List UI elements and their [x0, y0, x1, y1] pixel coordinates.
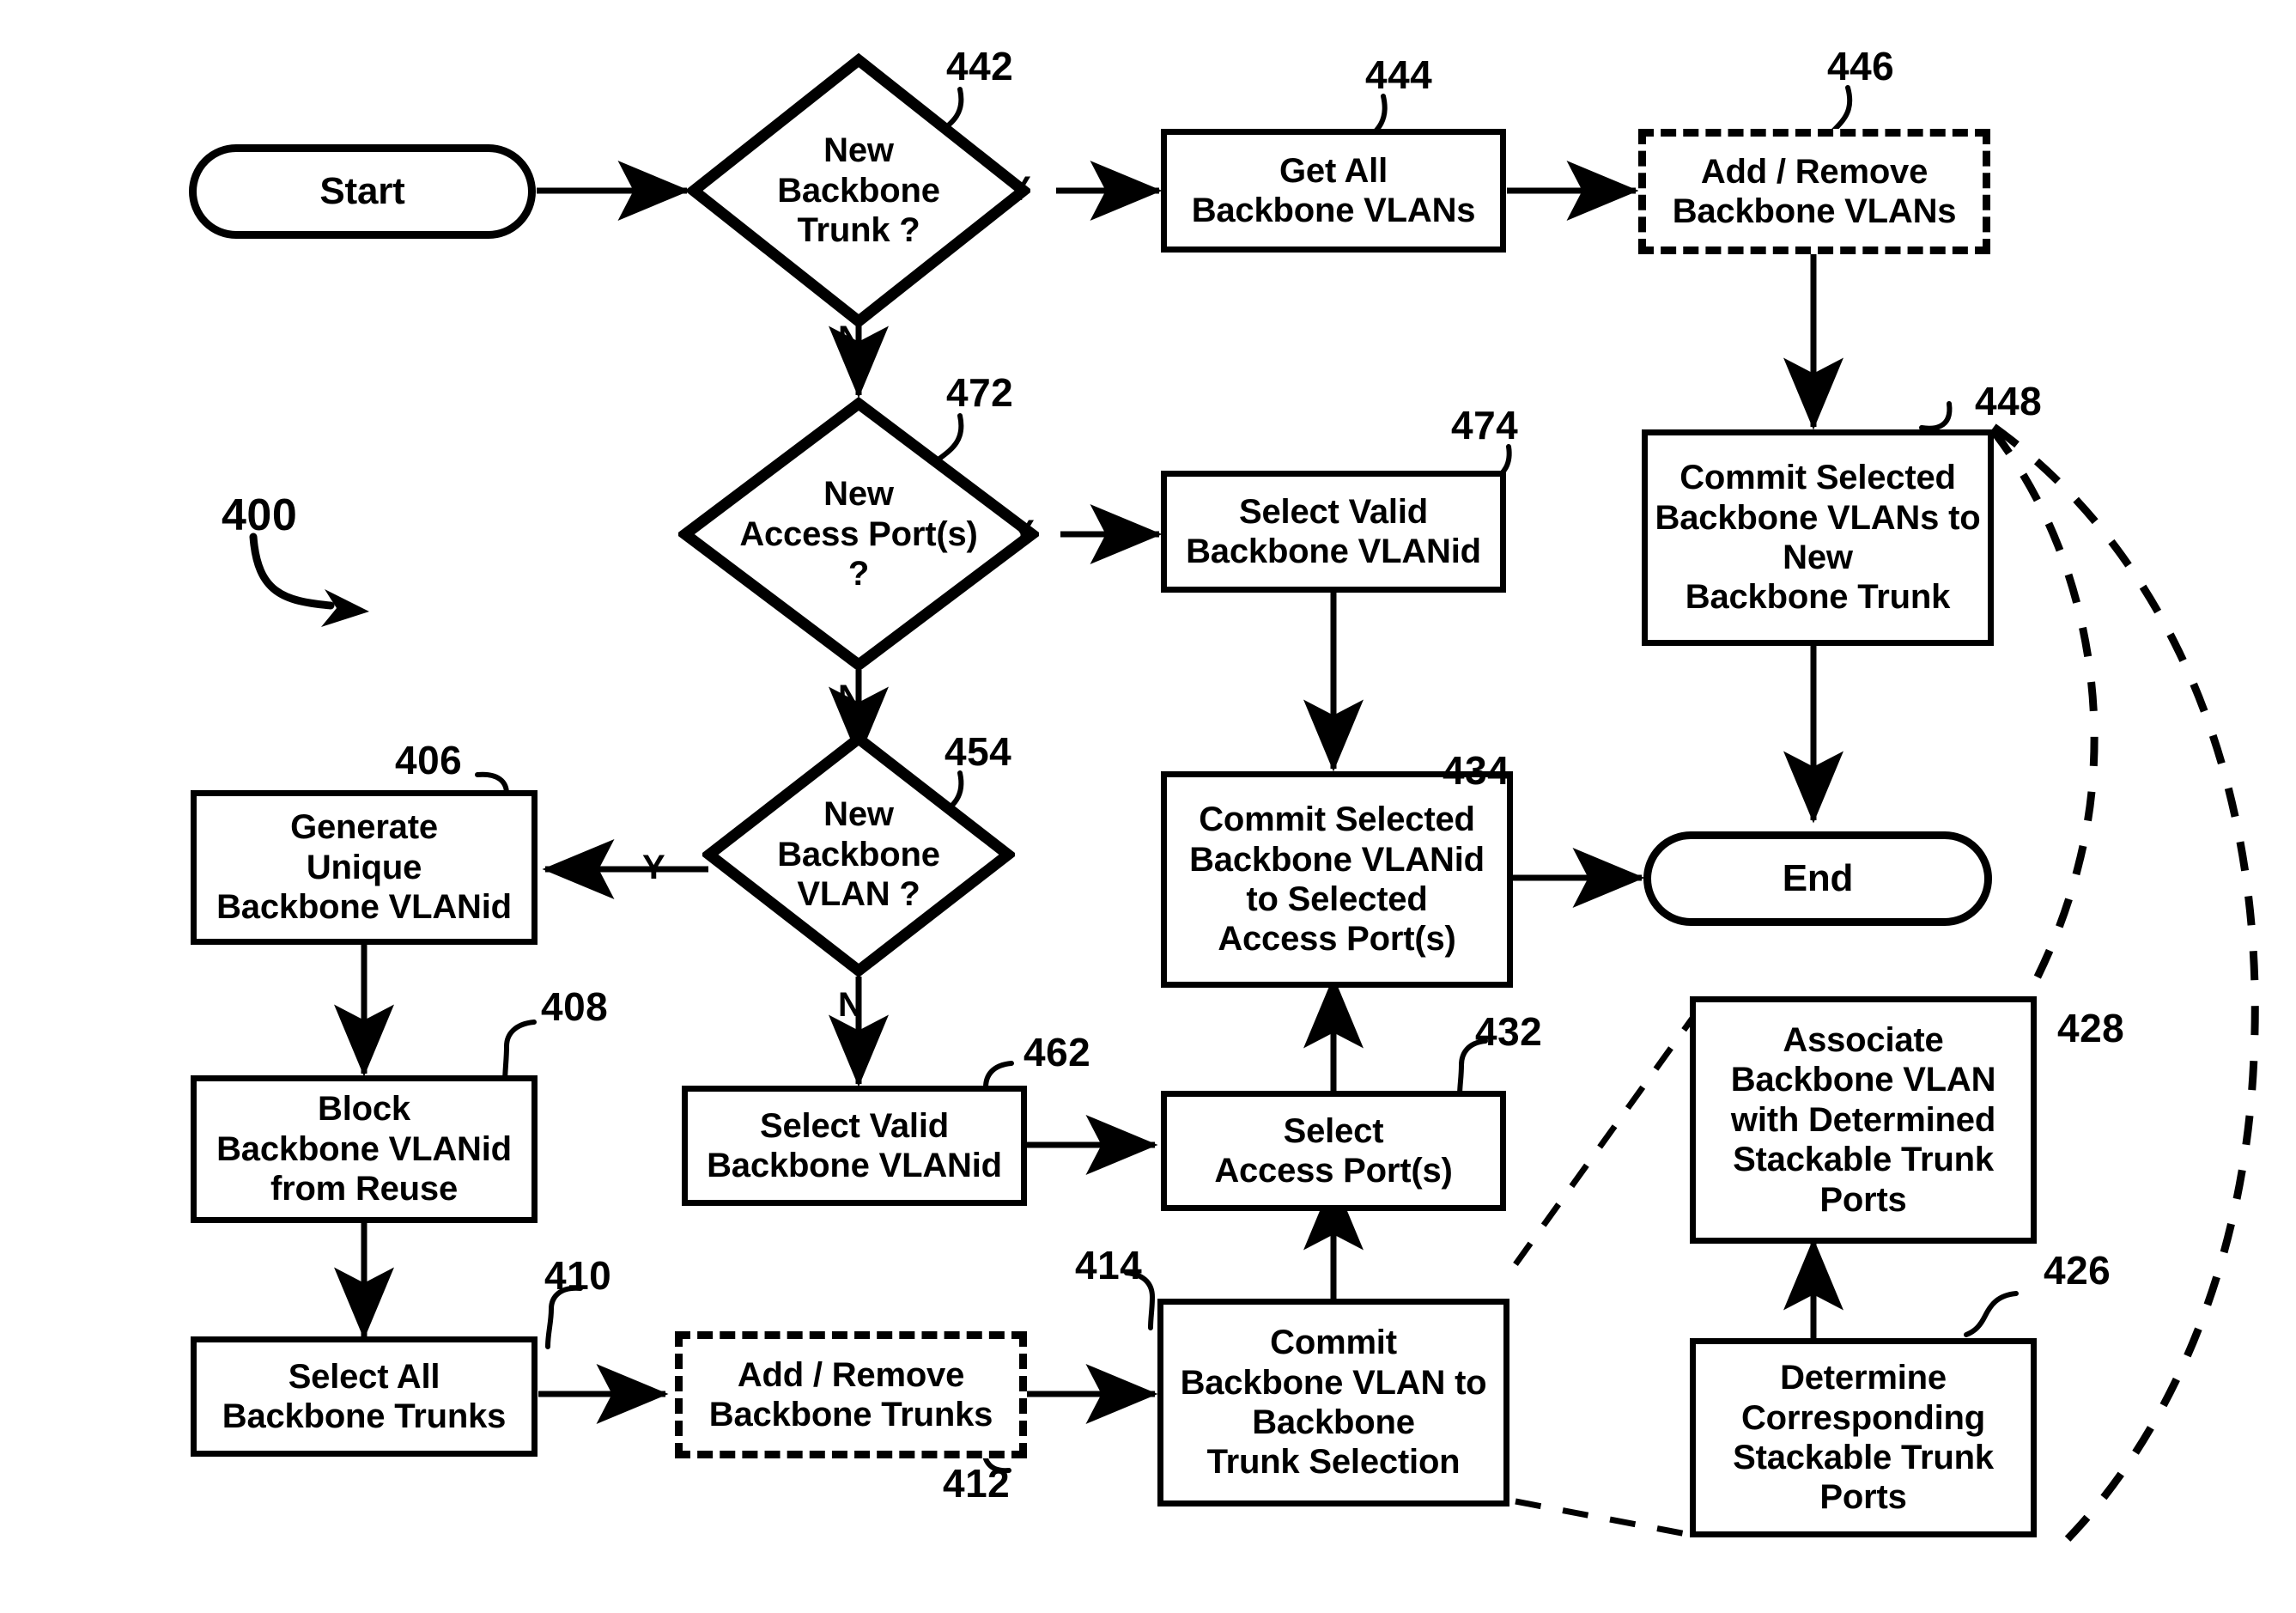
- node-410-label: Select All Backbone Trunks: [222, 1357, 507, 1435]
- node-428-label: Associate Backbone VLAN with Determined …: [1730, 1021, 1996, 1219]
- node-select-access-ports[interactable]: Select Access Port(s): [1161, 1091, 1506, 1211]
- ref-426: 426: [2044, 1248, 2111, 1293]
- node-commit-backbone-vlan-to-trunk-selection[interactable]: Commit Backbone VLAN to Backbone Trunk S…: [1157, 1299, 1509, 1506]
- decision-new-access-ports[interactable]: New Access Port(s) ?: [678, 397, 1039, 672]
- branch-442-yes: Y: [1008, 170, 1031, 208]
- node-start-label: Start: [319, 170, 405, 213]
- ref-446: 446: [1827, 44, 1895, 88]
- node-444-label: Get All Backbone VLANs: [1191, 151, 1476, 229]
- node-448-label: Commit Selected Backbone VLANs to New Ba…: [1655, 459, 1981, 617]
- node-block-backbone-vlanid-from-reuse[interactable]: Block Backbone VLANid from Reuse: [191, 1075, 538, 1223]
- node-get-all-backbone-vlans[interactable]: Get All Backbone VLANs: [1161, 129, 1506, 253]
- decision-442-label: New Backbone Trunk ?: [777, 131, 940, 250]
- ref-462: 462: [1023, 1030, 1091, 1074]
- node-446-label: Add / Remove Backbone VLANs: [1672, 152, 1957, 230]
- branch-454-yes: Y: [642, 849, 665, 886]
- branch-472-yes: Y: [1011, 514, 1035, 551]
- decision-new-backbone-trunk[interactable]: New Backbone Trunk ?: [687, 53, 1030, 328]
- node-start[interactable]: Start: [189, 144, 536, 239]
- node-end[interactable]: End: [1643, 831, 1992, 926]
- node-406-label: Generate Unique Backbone VLANid: [216, 808, 512, 927]
- node-414-label: Commit Backbone VLAN to Backbone Trunk S…: [1180, 1324, 1487, 1482]
- figure-ref-leader: [249, 533, 335, 610]
- ref-412: 412: [943, 1461, 1011, 1506]
- decision-472-label: New Access Port(s) ?: [739, 475, 978, 593]
- node-commit-selected-backbone-vlans[interactable]: Commit Selected Backbone VLANs to New Ba…: [1642, 429, 1994, 646]
- ref-428: 428: [2057, 1006, 2125, 1050]
- branch-472-no: N: [838, 679, 863, 716]
- ref-444: 444: [1365, 52, 1433, 97]
- node-432-label: Select Access Port(s): [1214, 1111, 1453, 1190]
- ref-442: 442: [946, 44, 1014, 88]
- ref-472: 472: [946, 370, 1014, 415]
- ref-410: 410: [544, 1253, 612, 1298]
- node-commit-selected-vlanid-to-access-ports[interactable]: Commit Selected Backbone VLANid to Selec…: [1161, 771, 1513, 988]
- ref-406: 406: [395, 738, 463, 782]
- node-select-valid-backbone-vlanid-top[interactable]: Select Valid Backbone VLANid: [1161, 471, 1506, 593]
- callout-line-lower: [1515, 1498, 1705, 1541]
- node-426-label: Determine Corresponding Stackable Trunk …: [1733, 1359, 1994, 1517]
- flowchart-canvas: Start New Backbone Trunk ? 442 Y N Get A…: [0, 0, 2296, 1613]
- figure-reference-400: 400: [222, 490, 298, 540]
- node-474-label: Select Valid Backbone VLANid: [1186, 492, 1481, 570]
- node-408-label: Block Backbone VLANid from Reuse: [216, 1090, 512, 1208]
- ref-408: 408: [541, 984, 609, 1029]
- node-select-all-backbone-trunks[interactable]: Select All Backbone Trunks: [191, 1336, 538, 1457]
- callout-line-upper: [1513, 999, 1707, 1267]
- node-add-remove-backbone-vlans[interactable]: Add / Remove Backbone VLANs: [1638, 129, 1990, 254]
- node-associate-backbone-vlan-with-trunk-ports[interactable]: Associate Backbone VLAN with Determined …: [1690, 996, 2037, 1244]
- leader-448: [1919, 401, 1953, 431]
- ref-414: 414: [1075, 1243, 1143, 1287]
- ref-454: 454: [945, 729, 1012, 774]
- node-412-label: Add / Remove Backbone Trunks: [708, 1355, 993, 1433]
- node-select-valid-backbone-vlanid-bottom[interactable]: Select Valid Backbone VLANid: [682, 1086, 1027, 1206]
- decision-454-label: New Backbone VLAN ?: [777, 795, 940, 914]
- node-end-label: End: [1782, 857, 1854, 900]
- branch-454-no: N: [838, 986, 863, 1024]
- ref-432: 432: [1475, 1009, 1543, 1054]
- ref-474: 474: [1451, 403, 1519, 447]
- node-add-remove-backbone-trunks[interactable]: Add / Remove Backbone Trunks: [675, 1331, 1027, 1458]
- node-434-label: Commit Selected Backbone VLANid to Selec…: [1189, 800, 1485, 959]
- ref-448: 448: [1975, 379, 2043, 423]
- leader-426: [1964, 1291, 2019, 1337]
- ref-434: 434: [1443, 748, 1510, 793]
- node-determine-corresponding-trunk-ports[interactable]: Determine Corresponding Stackable Trunk …: [1690, 1338, 2037, 1537]
- node-462-label: Select Valid Backbone VLANid: [707, 1106, 1002, 1184]
- node-generate-unique-backbone-vlanid[interactable]: Generate Unique Backbone VLANid: [191, 790, 538, 945]
- branch-442-no: N: [838, 320, 863, 357]
